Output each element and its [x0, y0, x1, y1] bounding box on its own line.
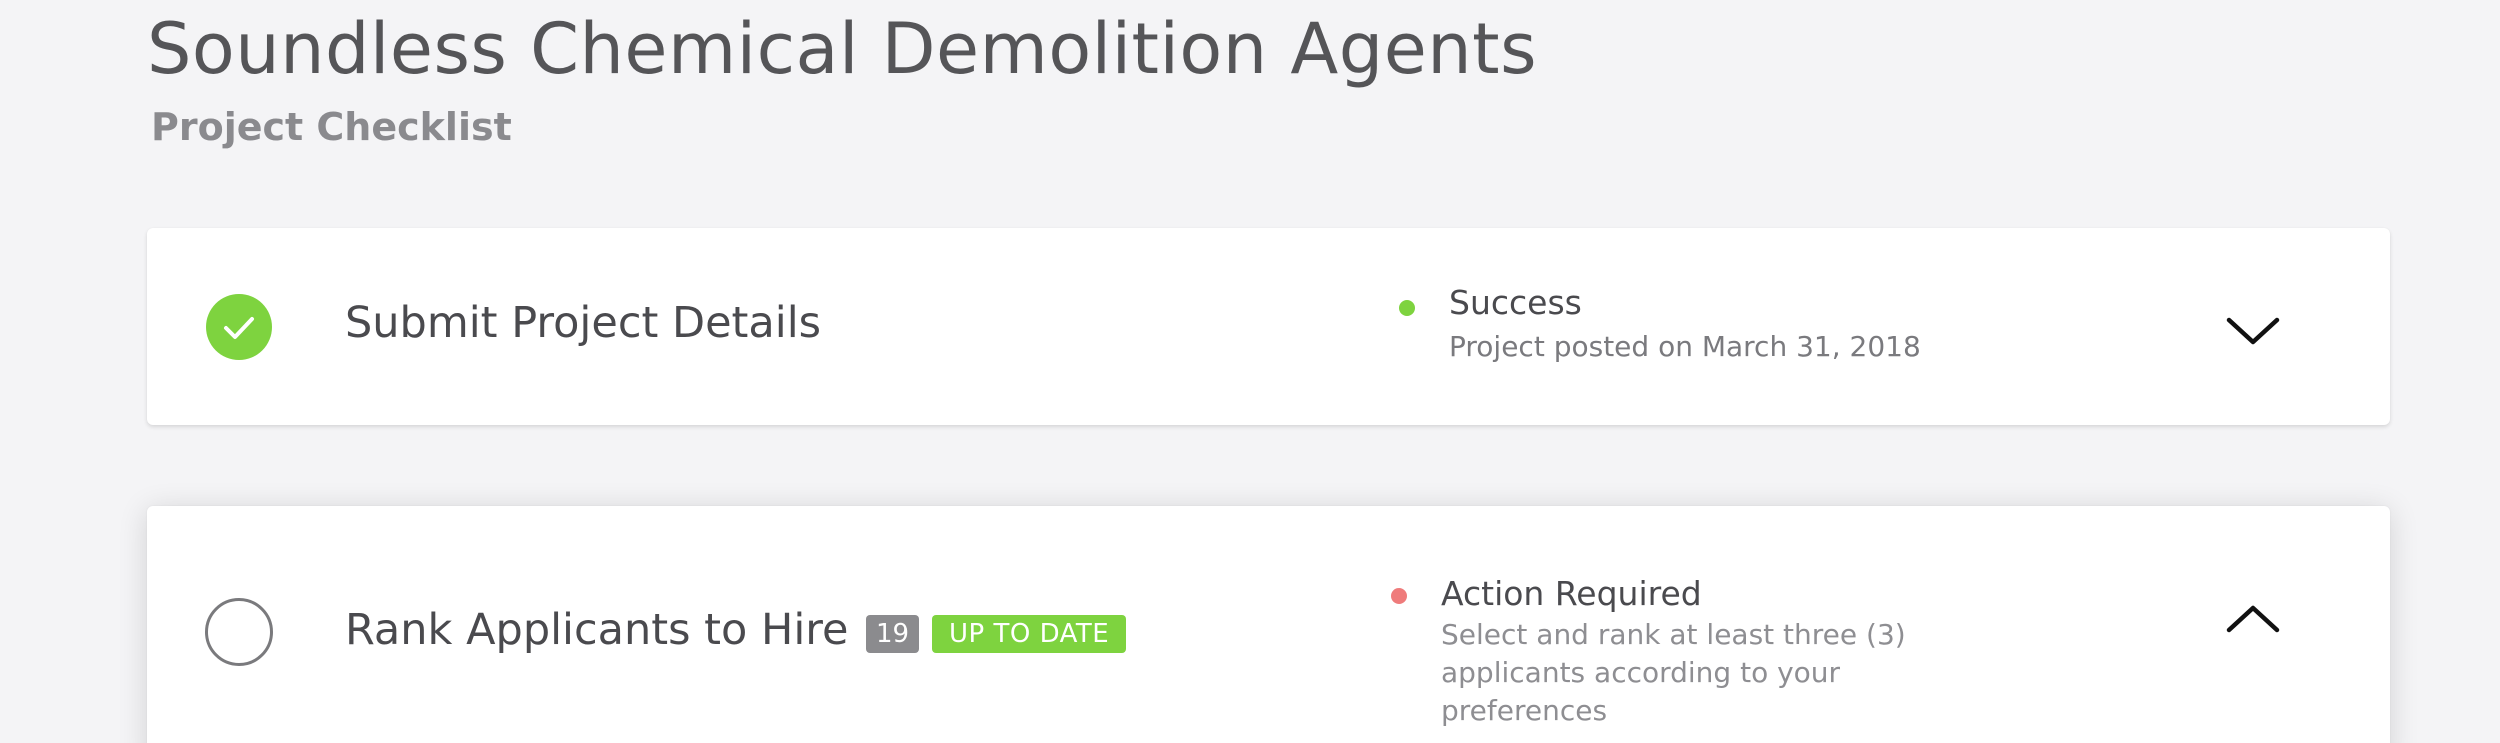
chevron-up-icon[interactable] — [2223, 598, 2283, 638]
checklist-step-submit-project-details[interactable]: Submit Project Details Success Project p… — [147, 228, 2390, 425]
applicant-count-badge: 19 — [866, 615, 920, 653]
success-status-dot — [1399, 300, 1415, 316]
project-checklist-page: Soundless Chemical Demolition Agents Pro… — [0, 0, 2500, 743]
page-title: Soundless Chemical Demolition Agents — [147, 8, 1538, 90]
incomplete-circle-icon — [205, 598, 273, 666]
status-label: Action Required — [1441, 574, 1702, 613]
completed-check-icon — [206, 294, 272, 360]
page-subtitle: Project Checklist — [151, 105, 512, 149]
checklist-step-rank-applicants[interactable]: Rank Applicants to Hire 19 UP TO DATE Ac… — [147, 506, 2390, 743]
status-badge: UP TO DATE — [932, 615, 1127, 653]
step-title: Rank Applicants to Hire — [345, 605, 849, 655]
chevron-down-icon[interactable] — [2223, 310, 2283, 350]
status-detail: Project posted on March 31, 2018 — [1449, 330, 1921, 363]
step-title: Submit Project Details — [345, 298, 822, 348]
status-label: Success — [1449, 283, 1582, 322]
action-required-status-dot — [1391, 588, 1407, 604]
status-detail: Select and rank at least three (3) appli… — [1441, 618, 1906, 727]
